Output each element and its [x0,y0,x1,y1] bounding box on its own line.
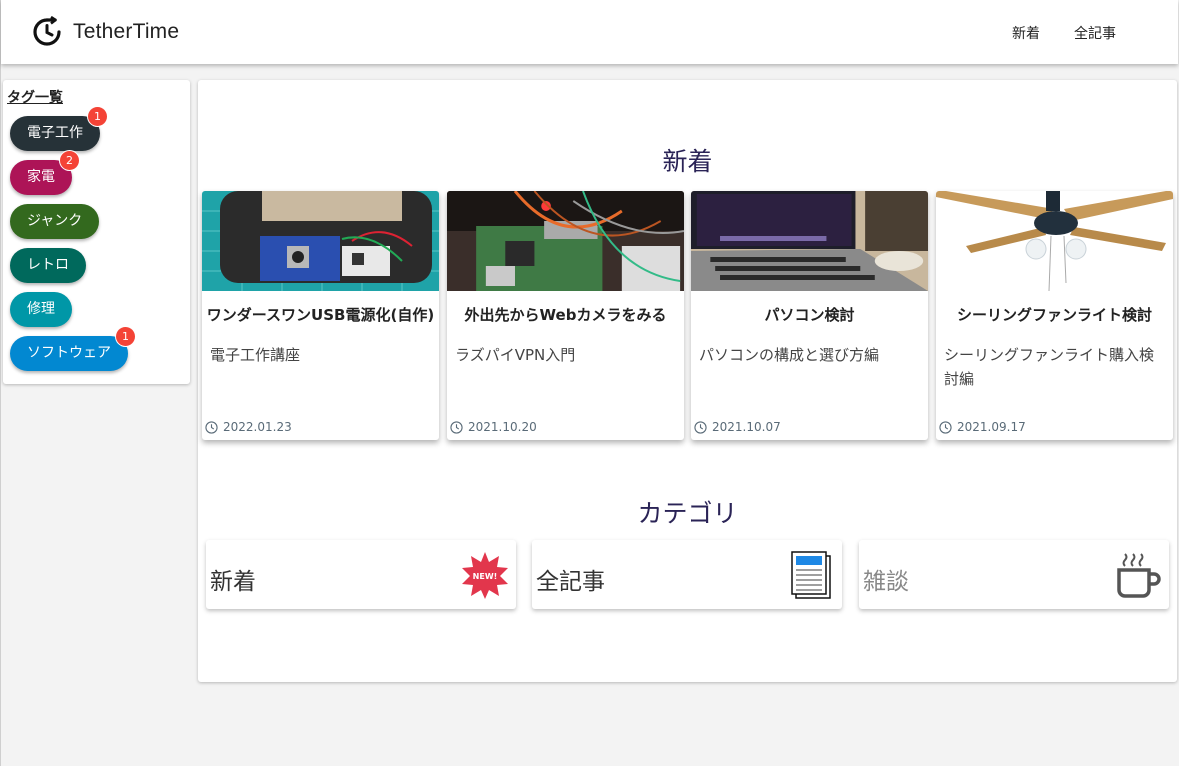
newspaper-icon [791,551,831,599]
tag-label: 修理 [27,301,55,317]
card-date: 2021.10.07 [694,420,781,434]
category-new[interactable]: 新着 NEW! [206,540,516,609]
category-all-articles[interactable]: 全記事 [532,540,842,609]
clock-icon [939,420,952,434]
card-subtitle: 電子工作講座 [210,346,301,364]
tag-label: 電子工作 [27,125,83,141]
site-title: TetherTime [73,20,180,43]
site-logo[interactable]: TetherTime [31,16,179,48]
date-text: 2022.01.23 [223,420,292,434]
coffee-cup-icon [1117,553,1161,598]
tag-label: レトロ [27,257,69,273]
raspberry-pi-photo [447,191,684,291]
category-label: 全記事 [536,569,605,595]
category-label: 新着 [210,569,256,595]
top-nav: 新着 全記事 [978,23,1116,43]
category-chat[interactable]: 雑談 [859,540,1169,609]
tag-repair[interactable]: 修理 [10,292,72,327]
tag-appliances[interactable]: 家電 2 [10,151,79,195]
card-date: 2022.01.23 [205,420,292,434]
category-label: 雑談 [863,569,909,595]
card-title: ワンダースワンUSB電源化(自作) [206,306,435,324]
tag-electronics[interactable]: 電子工作 1 [10,107,107,151]
clock-icon [450,420,463,434]
new-section-title: 新着 [662,147,713,176]
tag-sidebar: タグ一覧 電子工作 1 家電 2 ジャンク レトロ 修理 ソフトウェア 1 [3,80,190,384]
article-card[interactable]: シーリングファンライト検討 シーリングファンライト購入検討編 2021.09.1… [936,191,1173,440]
card-subtitle: パソコンの構成と選び方編 [699,346,880,364]
count-badge: 2 [60,151,79,170]
article-card[interactable]: 外出先からWebカメラをみる ラズパイVPN入門 2021.10.20 [447,191,684,440]
article-card[interactable]: ワンダースワンUSB電源化(自作) 電子工作講座 2022.01.23 [202,191,439,440]
nav-new[interactable]: 新着 [1012,23,1040,43]
tag-software[interactable]: ソフトウェア 1 [10,327,135,371]
card-date: 2021.09.17 [939,420,1026,434]
tag-label: ジャンク [27,213,83,229]
card-title: シーリングファンライト検討 [956,306,1152,324]
tag-retro[interactable]: レトロ [10,248,86,283]
laptop-photo [691,191,928,291]
tag-label: ソフトウェア [27,345,111,361]
ceiling-fan-photo [936,191,1173,291]
clock-refresh-icon [33,16,61,46]
circuit-board-photo [202,191,439,291]
card-subtitle: ラズパイVPN入門 [455,346,576,364]
tag-label: 家電 [27,169,55,185]
card-title: パソコン検討 [764,306,855,324]
app-header: TetherTime 新着 全記事 [1,0,1178,64]
date-text: 2021.09.17 [957,420,1026,434]
date-text: 2021.10.07 [712,420,781,434]
count-badge: 1 [88,107,107,126]
card-date: 2021.10.20 [450,420,537,434]
new-badge-icon: NEW! [462,552,508,599]
tag-junk[interactable]: ジャンク [10,204,100,239]
card-title: 外出先からWebカメラをみる [464,306,667,324]
nav-all-articles[interactable]: 全記事 [1074,23,1116,43]
date-text: 2021.10.20 [468,420,537,434]
article-card[interactable]: パソコン検討 パソコンの構成と選び方編 2021.10.07 [691,191,928,440]
main-content: 新着 ワンダースワンUSB電源化(自作) 電子工作講座 2022.01.23 外… [198,80,1177,682]
category-section-title: カテゴリ [637,499,738,528]
count-badge: 1 [116,327,135,346]
svg-text:NEW!: NEW! [473,572,498,581]
clock-icon [694,420,707,434]
tag-list-title[interactable]: タグ一覧 [7,87,63,107]
clock-icon [205,420,218,434]
card-subtitle: シーリングファンライト購入検討編 [944,346,1155,388]
